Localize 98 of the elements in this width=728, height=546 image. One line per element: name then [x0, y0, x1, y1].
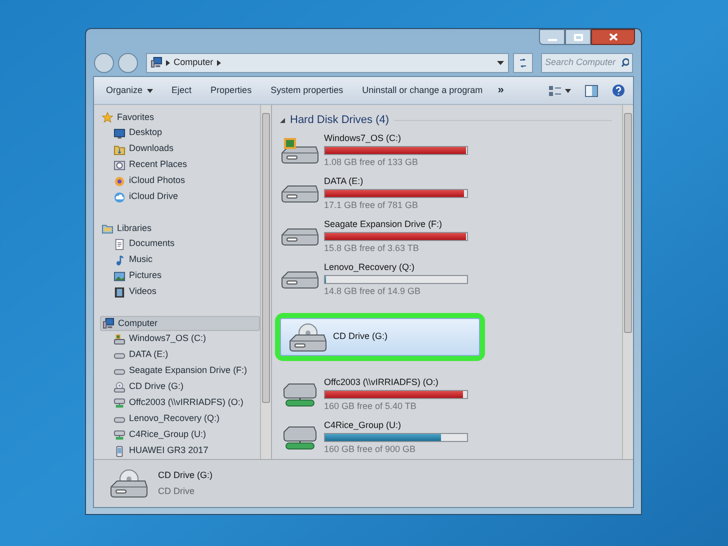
drive-tile[interactable]: Windows7_OS (C:) 1.08 GB free of 133 GB: [280, 129, 622, 172]
toolbar-button[interactable]: System properties: [270, 84, 344, 98]
drive-tile[interactable]: CD Drive (G:): [280, 318, 480, 356]
drive-tile[interactable]: Seagate Expansion Drive (F:) 15.8 GB free of 3.63 TB: [280, 215, 622, 258]
nav-group-item[interactable]: Favorites: [100, 110, 260, 125]
pane-icon: [585, 84, 598, 96]
free-space-text: 15.8 GB free of 3.63 TB: [324, 242, 420, 255]
network-drive-icon: [283, 426, 317, 450]
details-type: CD Drive: [158, 484, 196, 498]
toolbar-button[interactable]: Organize: [106, 84, 153, 98]
hard-drive-icon: [281, 184, 319, 202]
maximize-button[interactable]: [565, 29, 591, 45]
address-bar[interactable]: Computer: [146, 52, 510, 73]
preview-pane-button[interactable]: [585, 84, 598, 96]
nav-item[interactable]: Downloads: [102, 141, 260, 157]
music-note-icon: [114, 254, 125, 266]
network-drive-icon: [114, 398, 125, 408]
free-space-text: 160 GB free of 5.40 TB: [324, 400, 418, 413]
help-icon: [612, 84, 625, 97]
drive-name: Offc2003 (\\vIRRIADFS) (O:): [324, 376, 440, 389]
network-drive-icon: [114, 430, 125, 440]
nav-group-item[interactable]: Computer: [100, 316, 260, 331]
nav-item[interactable]: iCloud Photos: [102, 173, 260, 189]
network-drive-icon: [283, 382, 317, 406]
free-space-text: 160 GB free of 900 GB: [324, 443, 417, 456]
nav-item[interactable]: Music: [102, 252, 260, 268]
close-icon: [608, 33, 618, 41]
free-space-text: 1.08 GB free of 133 GB: [324, 156, 420, 169]
drive-name: DATA (E:): [324, 174, 364, 188]
document-icon: [114, 238, 125, 250]
toolbar-button[interactable]: Properties: [210, 84, 252, 98]
nav-item[interactable]: Seagate Expansion Drive (F:): [102, 363, 260, 379]
computer-icon: [150, 57, 162, 68]
nav-item[interactable]: Lenovo_Recovery (Q:): [102, 411, 260, 427]
expanded-arrow-icon[interactable]: [280, 118, 285, 122]
nav-item[interactable]: CD Drive (G:): [102, 379, 260, 395]
nav-item[interactable]: Videos: [102, 284, 260, 300]
drive-name: C4Rice_Group (U:): [324, 418, 402, 432]
library-icon: [102, 223, 113, 234]
computer-icon: [103, 318, 114, 329]
scrollbar[interactable]: [622, 105, 633, 459]
search-icon: [621, 58, 630, 68]
more-button[interactable]: »: [498, 82, 504, 99]
breadcrumb-item[interactable]: Computer: [174, 56, 214, 70]
drive-name: Windows7_OS (C:): [324, 132, 402, 145]
nav-group-item[interactable]: Libraries: [100, 221, 260, 236]
nav-item[interactable]: Windows7_OS (C:): [102, 331, 260, 347]
drive-name: Seagate Expansion Drive (F:): [324, 218, 444, 231]
search-field[interactable]: Search Computer: [541, 52, 634, 73]
minimize-button[interactable]: [539, 29, 565, 45]
drive-name: Lenovo_Recovery (Q:): [324, 260, 416, 274]
folder-icon: [114, 144, 125, 154]
dropdown-caret-icon: [497, 60, 504, 65]
free-space-text: 14.8 GB free of 14.9 GB: [324, 285, 422, 298]
drive-tile[interactable]: DATA (E:) 17.1 GB free of 781 GB: [280, 172, 622, 215]
toolbar-button[interactable]: Uninstall or change a program: [362, 84, 483, 98]
film-icon: [114, 286, 125, 298]
cd-drive-icon: [110, 469, 148, 498]
cd-drive-icon: [114, 382, 125, 392]
view-options-button[interactable]: [548, 84, 571, 96]
nav-item[interactable]: HUAWEI GR3 2017: [102, 443, 260, 459]
cd-drive-icon: [289, 322, 327, 352]
monitor-icon: [114, 128, 125, 138]
refresh-icon: [518, 58, 528, 68]
nav-item[interactable]: Pictures: [102, 268, 260, 284]
nav-item[interactable]: Documents: [102, 236, 260, 252]
picture-icon: [114, 270, 125, 282]
free-space-text: 17.1 GB free of 781 GB: [324, 199, 420, 212]
drive-tile[interactable]: C4Rice_Group (U:) 160 GB free of 900 GB: [280, 416, 622, 459]
nav-item[interactable]: Recent Places: [102, 157, 260, 173]
breadcrumb-arrow-icon[interactable]: [166, 60, 170, 66]
help-button[interactable]: [612, 84, 625, 97]
nav-item[interactable]: iCloud Drive: [102, 189, 260, 205]
system-drive-icon: [281, 137, 319, 164]
view-list-icon: [548, 84, 562, 96]
drive-tile[interactable]: Lenovo_Recovery (Q:) 14.8 GB free of 14.9 GB: [280, 258, 622, 301]
group-heading: Hard Disk Drives (4): [290, 112, 390, 128]
refresh-button[interactable]: [513, 52, 534, 73]
nav-item[interactable]: Offc2003 (\\vIRRIADFS) (O:): [102, 395, 260, 411]
caret-icon: [146, 88, 153, 92]
flower-icon: [114, 176, 125, 186]
caret-icon: [565, 88, 571, 92]
nav-item[interactable]: DATA (E:): [102, 347, 260, 363]
toolbar-button[interactable]: Eject: [172, 84, 192, 98]
breadcrumb-arrow-icon[interactable]: [217, 60, 222, 66]
drive-tile[interactable]: Offc2003 (\\vIRRIADFS) (O:) 160 GB free of 5.40 TB: [280, 373, 622, 416]
phone-icon: [114, 446, 125, 456]
close-button[interactable]: [591, 29, 635, 45]
hard-drive-icon: [114, 334, 125, 344]
scrollbar[interactable]: [260, 105, 271, 459]
recent-folder-icon: [114, 160, 125, 170]
star-icon: [102, 112, 113, 123]
cloud-icon: [114, 192, 125, 202]
nav-item[interactable]: Desktop: [102, 125, 260, 141]
details-name: CD Drive (G:): [158, 469, 212, 482]
nav-item[interactable]: C4Rice_Group (U:): [102, 427, 260, 443]
hard-drive-icon: [281, 228, 319, 246]
hard-drive-icon: [281, 270, 319, 288]
